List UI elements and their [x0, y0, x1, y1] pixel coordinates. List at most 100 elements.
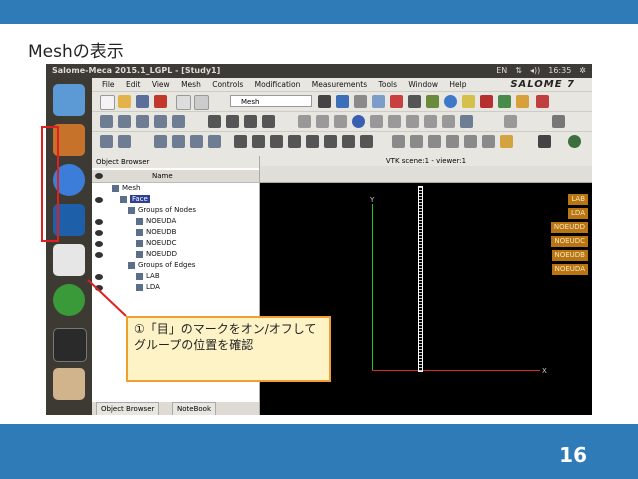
paravis-icon[interactable] — [480, 95, 493, 108]
new-icon[interactable] — [100, 95, 115, 110]
visibility-eye-icon[interactable] — [95, 230, 103, 236]
menu-view[interactable]: View — [152, 80, 170, 89]
tree-row[interactable]: NOEUDA — [92, 216, 259, 227]
more-icon[interactable] — [484, 115, 497, 128]
tool-c-icon[interactable] — [270, 135, 283, 148]
paraview-icon[interactable] — [53, 284, 85, 316]
select-d-icon[interactable] — [446, 135, 459, 148]
mesh-create-icon[interactable] — [100, 115, 113, 128]
controls4-icon[interactable] — [262, 115, 275, 128]
line-icon[interactable] — [370, 115, 383, 128]
target-icon[interactable] — [568, 135, 581, 148]
submesh-icon[interactable] — [118, 115, 131, 128]
visibility-eye-icon[interactable] — [95, 219, 103, 225]
visibility-eye-icon[interactable] — [95, 241, 103, 247]
open-icon[interactable] — [118, 95, 131, 108]
viewer-reset-icon[interactable] — [190, 135, 203, 148]
tab-object-browser[interactable]: Object Browser — [96, 402, 160, 415]
quad-icon[interactable] — [406, 115, 419, 128]
clock[interactable]: 16:35 — [548, 64, 571, 78]
med-icon[interactable] — [516, 95, 529, 108]
volume-icon[interactable]: ◂)) — [530, 64, 540, 78]
node0d-icon[interactable] — [334, 115, 347, 128]
play-icon[interactable] — [538, 135, 551, 148]
tree-row[interactable]: NOEUDC — [92, 238, 259, 249]
tree-row[interactable]: NOEUDD — [92, 249, 259, 260]
select-e-icon[interactable] — [464, 135, 477, 148]
triangle-icon[interactable] — [388, 115, 401, 128]
settings-icon[interactable]: ✲ — [579, 64, 586, 78]
menu-help[interactable]: Help — [449, 80, 466, 89]
tree-row[interactable]: Face — [92, 194, 259, 205]
epx-icon[interactable] — [536, 95, 549, 108]
filter-icon[interactable] — [426, 95, 439, 108]
tool-e-icon[interactable] — [306, 135, 319, 148]
viewer-zoom-icon[interactable] — [154, 135, 167, 148]
tool-d-icon[interactable] — [288, 135, 301, 148]
tab-notebook[interactable]: NoteBook — [172, 402, 216, 415]
controls2-icon[interactable] — [226, 115, 239, 128]
plot-icon[interactable] — [462, 95, 475, 108]
select-b-icon[interactable] — [410, 135, 423, 148]
menu-mesh[interactable]: Mesh — [181, 80, 201, 89]
tool-a-icon[interactable] — [234, 135, 247, 148]
sphere-icon[interactable] — [444, 95, 457, 108]
geometry-icon[interactable] — [354, 95, 367, 108]
menu-measurements[interactable]: Measurements — [312, 80, 367, 89]
edge-icon[interactable] — [316, 115, 329, 128]
tree-row[interactable]: NOEUDB — [92, 227, 259, 238]
viewer-top-icon[interactable] — [208, 135, 221, 148]
editor-icon[interactable] — [53, 368, 85, 400]
controls-icon[interactable] — [208, 115, 221, 128]
terminal-icon[interactable] — [53, 328, 87, 362]
network-icon[interactable]: ⇅ — [515, 64, 522, 78]
module-combo[interactable]: Mesh — [230, 95, 312, 107]
import-icon[interactable] — [318, 95, 331, 108]
pentagon-icon[interactable] — [442, 115, 455, 128]
tree-row[interactable]: Mesh — [92, 183, 259, 194]
visibility-eye-icon[interactable] — [95, 252, 103, 258]
copy-icon[interactable] — [176, 95, 191, 110]
keyboard-indicator[interactable]: EN — [496, 64, 507, 78]
viewer-rotate-icon[interactable] — [172, 135, 185, 148]
select-a-icon[interactable] — [392, 135, 405, 148]
paste-icon[interactable] — [194, 95, 209, 110]
app-icon[interactable] — [53, 244, 85, 276]
remove-icon[interactable] — [504, 115, 517, 128]
mesh-module-icon[interactable] — [372, 95, 385, 108]
tool-b-icon[interactable] — [252, 135, 265, 148]
save-icon[interactable] — [136, 95, 149, 108]
menu-modification[interactable]: Modification — [255, 80, 301, 89]
viewer-pan-icon[interactable] — [118, 135, 131, 148]
edit-icon[interactable] — [552, 115, 565, 128]
ball-icon[interactable] — [352, 115, 365, 128]
select-f-icon[interactable] — [482, 135, 495, 148]
tool-icon[interactable] — [408, 95, 421, 108]
results-icon[interactable] — [390, 95, 403, 108]
yacs-icon[interactable] — [498, 95, 511, 108]
compute-icon[interactable] — [136, 115, 149, 128]
viewer-fit-icon[interactable] — [100, 135, 113, 148]
ubuntu-dash-icon[interactable] — [53, 84, 85, 116]
delete-icon[interactable] — [154, 95, 167, 108]
menu-window[interactable]: Window — [408, 80, 438, 89]
name-column-header[interactable]: Name — [152, 170, 173, 182]
node-icon[interactable] — [298, 115, 311, 128]
controls3-icon[interactable] — [244, 115, 257, 128]
tool-h-icon[interactable] — [360, 135, 373, 148]
tree-row[interactable]: Groups of Nodes — [92, 205, 259, 216]
menu-file[interactable]: File — [102, 80, 115, 89]
menu-controls[interactable]: Controls — [212, 80, 243, 89]
polygon-icon[interactable] — [424, 115, 437, 128]
menu-edit[interactable]: Edit — [126, 80, 141, 89]
info-icon[interactable] — [172, 115, 185, 128]
menu-tools[interactable]: Tools — [379, 80, 397, 89]
mesh-face[interactable] — [418, 186, 423, 372]
tree-row[interactable]: Groups of Edges — [92, 260, 259, 271]
aster-icon[interactable] — [336, 95, 349, 108]
select-c-icon[interactable] — [428, 135, 441, 148]
group-icon[interactable] — [154, 115, 167, 128]
arrow-icon[interactable] — [500, 135, 513, 148]
visibility-eye-icon[interactable] — [95, 197, 103, 203]
hexa-icon[interactable] — [460, 115, 473, 128]
